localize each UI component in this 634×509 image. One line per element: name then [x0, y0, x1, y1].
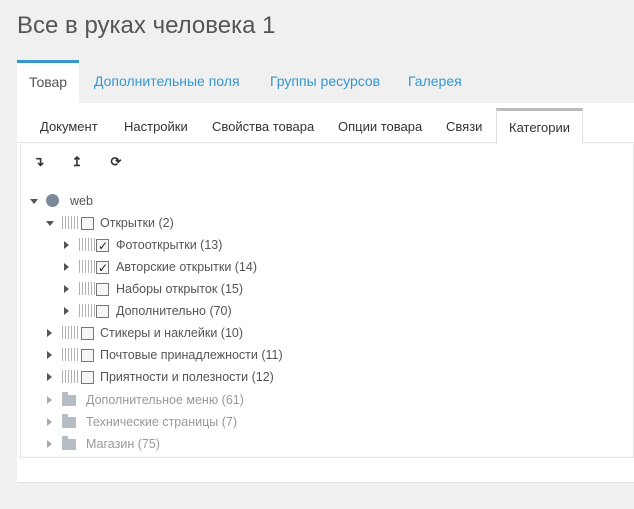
tab-resource-groups[interactable]: Группы ресурсов: [270, 60, 380, 103]
category-checkbox[interactable]: [81, 371, 94, 384]
tree-node[interactable]: Фотооткрытки (13): [62, 235, 362, 256]
top-tabs: Товар Дополнительные поля Группы ресурсо…: [17, 60, 634, 103]
subtab-product-properties[interactable]: Свойства товара: [212, 108, 314, 143]
tree-context[interactable]: Дополнительное меню (61): [45, 390, 345, 410]
sub-tabs: Документ Настройки Свойства товара Опции…: [17, 108, 634, 144]
tree-node-label: Дополнительное меню (61): [86, 393, 244, 407]
category-checkbox[interactable]: [96, 236, 109, 256]
tree-node-label: Технические страницы (7): [86, 415, 237, 429]
drag-handle-icon[interactable]: [62, 348, 78, 361]
tree-node-label: Стикеры и наклейки (10): [100, 326, 244, 340]
tree-node-label: Авторские открытки (14): [116, 260, 258, 274]
subtab-categories[interactable]: Категории: [496, 108, 583, 144]
resource-panel: Товар Дополнительные поля Группы ресурсо…: [17, 60, 634, 483]
folder-icon: [62, 414, 76, 428]
tree-node-label: Магазин (75): [86, 437, 160, 451]
tree-node[interactable]: Авторские открытки (14): [62, 257, 362, 278]
drag-handle-icon[interactable]: [79, 238, 95, 251]
expand-arrow-icon[interactable]: [45, 390, 55, 410]
tree-context[interactable]: Магазин (75): [45, 434, 345, 454]
tree-node[interactable]: Открытки (2): [45, 213, 345, 233]
collapse-all-icon[interactable]: ↥: [69, 154, 85, 170]
tree-node[interactable]: Стикеры и наклейки (10): [45, 323, 345, 343]
tree-node[interactable]: Наборы открыток (15): [62, 279, 362, 299]
expand-arrow-icon[interactable]: [45, 345, 55, 365]
globe-icon: [46, 194, 59, 207]
tree-node-label: Фотооткрытки (13): [116, 238, 223, 252]
tree-node[interactable]: Почтовые принадлежности (11): [45, 345, 345, 365]
expand-arrow-icon[interactable]: [45, 434, 55, 454]
category-checkbox[interactable]: [81, 217, 94, 230]
category-checkbox[interactable]: [96, 305, 109, 318]
category-checkbox[interactable]: [96, 258, 109, 278]
drag-handle-icon[interactable]: [79, 304, 95, 317]
expand-arrow-icon[interactable]: [45, 412, 55, 432]
drag-handle-icon[interactable]: [62, 326, 78, 339]
category-checkbox[interactable]: [96, 283, 109, 296]
drag-handle-icon[interactable]: [62, 216, 78, 229]
tree-node-label: Почтовые принадлежности (11): [100, 348, 283, 362]
category-checkbox[interactable]: [81, 349, 94, 362]
category-checkbox[interactable]: [81, 327, 94, 340]
page-title: Все в руках человека 1: [17, 12, 276, 39]
expand-arrow-icon[interactable]: [45, 367, 55, 387]
tree-root-web[interactable]: web: [29, 191, 229, 211]
subtab-product-options[interactable]: Опции товара: [338, 108, 422, 143]
drag-handle-icon[interactable]: [79, 282, 95, 295]
tab-extra-fields[interactable]: Дополнительные поля: [94, 60, 240, 103]
collapse-arrow-icon[interactable]: [29, 191, 39, 211]
folder-icon: [62, 392, 76, 406]
subtab-document[interactable]: Документ: [40, 108, 98, 143]
tree-node[interactable]: Дополнительно (70): [62, 301, 362, 321]
expand-all-icon[interactable]: ↴: [31, 154, 47, 170]
collapse-arrow-icon[interactable]: [45, 213, 55, 233]
tree-node-label: Приятности и полезности (12): [100, 370, 274, 384]
folder-icon: [62, 436, 76, 450]
tree-node-label: web: [70, 194, 93, 208]
expand-arrow-icon[interactable]: [62, 279, 72, 299]
expand-arrow-icon[interactable]: [62, 301, 72, 321]
drag-handle-icon[interactable]: [62, 370, 78, 383]
subtab-links[interactable]: Связи: [446, 108, 482, 143]
expand-arrow-icon[interactable]: [45, 323, 55, 343]
tree-node-label: Дополнительно (70): [116, 304, 232, 318]
expand-arrow-icon[interactable]: [62, 235, 72, 255]
subtab-settings[interactable]: Настройки: [124, 108, 188, 143]
refresh-icon[interactable]: ⟳: [108, 154, 124, 170]
drag-handle-icon[interactable]: [79, 260, 95, 273]
tab-gallery[interactable]: Галерея: [408, 60, 462, 103]
tree-context[interactable]: Технические страницы (7): [45, 412, 345, 432]
tab-product[interactable]: Товар: [17, 60, 80, 103]
expand-arrow-icon[interactable]: [62, 257, 72, 277]
tree-node-label: Наборы открыток (15): [116, 282, 244, 296]
tree-node-label: Открытки (2): [100, 216, 174, 230]
tree-node[interactable]: Приятности и полезности (12): [45, 367, 345, 387]
